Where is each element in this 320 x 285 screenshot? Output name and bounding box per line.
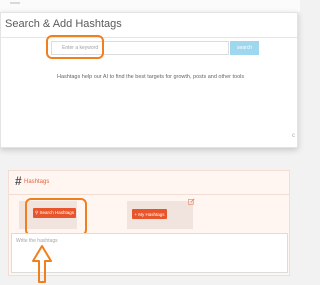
search-hashtags-modal: Search & Add Hashtags search Hashtags he… bbox=[0, 12, 298, 148]
helper-text: Hashtags help our AI to find the best ta… bbox=[57, 74, 245, 80]
my-hashtags-button[interactable]: + My Hashtags bbox=[132, 209, 167, 219]
modal-divider bbox=[1, 37, 297, 38]
background-page-top bbox=[0, 0, 300, 12]
modal-edge-mark: c bbox=[292, 133, 295, 139]
background-tick bbox=[10, 2, 20, 4]
search-hashtags-label: Search Hashtags bbox=[39, 210, 75, 215]
keyword-input[interactable] bbox=[51, 41, 229, 55]
panel-header: # Hashtags bbox=[9, 171, 289, 195]
edit-icon[interactable] bbox=[188, 198, 195, 205]
search-hashtags-button[interactable]: ⚲ Search Hashtags bbox=[33, 208, 76, 218]
search-icon: ⚲ bbox=[34, 210, 39, 215]
panel-title: Hashtags bbox=[24, 179, 50, 185]
keyword-search-button[interactable]: search bbox=[230, 41, 259, 55]
modal-title: Search & Add Hashtags bbox=[5, 18, 122, 30]
hash-icon: # bbox=[15, 174, 22, 188]
up-arrow-icon bbox=[32, 245, 52, 283]
